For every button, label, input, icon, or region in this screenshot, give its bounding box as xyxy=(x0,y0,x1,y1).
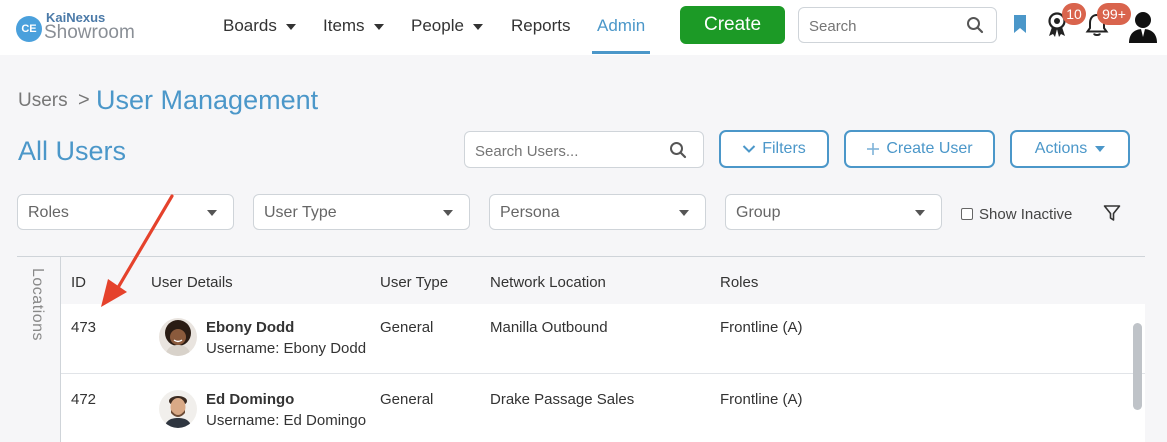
roles-dropdown-label: Roles xyxy=(28,204,69,221)
user-username: Username: Ebony Dodd xyxy=(206,340,367,357)
table-scrollbar[interactable] xyxy=(1133,323,1142,410)
annotation-arrow-icon xyxy=(101,194,174,307)
filter-funnel-icon[interactable] xyxy=(1103,204,1121,222)
column-header-roles[interactable]: Roles xyxy=(720,274,758,291)
user-search-input[interactable] xyxy=(475,141,665,161)
top-navigation-bar: CE KaiNexus Showroom Boards Items People… xyxy=(0,0,1167,55)
nav-reports-label: Reports xyxy=(511,16,571,35)
nav-boards[interactable]: Boards xyxy=(223,16,296,36)
show-inactive-label: Show Inactive xyxy=(979,206,1073,223)
chevron-down-icon xyxy=(743,145,756,153)
kainexus-logo[interactable]: CE KaiNexus Showroom xyxy=(16,10,156,44)
actions-button-label: Actions xyxy=(1034,140,1088,157)
notification-count-badge: 99+ xyxy=(1097,3,1131,25)
logo-workspace-name: Showroom xyxy=(44,22,135,43)
row-user-type: General xyxy=(380,391,434,408)
user-name[interactable]: Ed Domingo xyxy=(206,391,294,408)
row-roles: Frontline (A) xyxy=(720,391,803,408)
plus-icon xyxy=(867,142,880,155)
table-row[interactable] xyxy=(61,304,1145,373)
column-header-network-location[interactable]: Network Location xyxy=(490,274,606,291)
user-avatar xyxy=(159,390,197,428)
create-user-button-label: Create User xyxy=(886,140,973,157)
nav-reports[interactable]: Reports xyxy=(511,16,571,36)
show-inactive-toggle[interactable]: Show Inactive xyxy=(961,206,1072,223)
row-network-location: Manilla Outbound xyxy=(490,319,608,336)
caret-down-icon xyxy=(472,23,483,30)
bookmark-icon[interactable] xyxy=(1013,14,1027,34)
persona-dropdown-label: Persona xyxy=(500,204,560,221)
row-user-type: General xyxy=(380,319,434,336)
group-dropdown-label: Group xyxy=(736,204,781,221)
award-count-badge: 10 xyxy=(1062,3,1086,25)
user-type-dropdown[interactable]: User Type xyxy=(253,194,470,230)
breadcrumb-separator: > xyxy=(78,89,90,111)
global-search-input[interactable] xyxy=(809,16,959,36)
user-type-dropdown-label: User Type xyxy=(264,204,337,221)
caret-down-icon xyxy=(443,210,453,216)
active-nav-indicator xyxy=(592,51,650,54)
locations-panel-label[interactable]: Locations xyxy=(26,268,46,358)
logo-mark: CE xyxy=(16,16,42,42)
persona-dropdown[interactable]: Persona xyxy=(489,194,706,230)
breadcrumb-users-link[interactable]: Users xyxy=(18,90,68,112)
search-icon[interactable] xyxy=(669,141,687,159)
page-title: All Users xyxy=(18,136,127,166)
nav-boards-label: Boards xyxy=(223,16,277,35)
caret-down-icon xyxy=(679,210,689,216)
group-dropdown[interactable]: Group xyxy=(725,194,942,230)
user-username: Username: Ed Domingo xyxy=(206,412,367,429)
nav-people-label: People xyxy=(411,16,464,35)
caret-down-icon xyxy=(207,210,217,216)
caret-down-icon xyxy=(373,23,384,30)
actions-button[interactable]: Actions xyxy=(1010,130,1130,168)
column-header-user-type[interactable]: User Type xyxy=(380,274,448,291)
create-user-button[interactable]: Create User xyxy=(844,130,995,168)
caret-down-icon xyxy=(1095,145,1106,152)
row-roles: Frontline (A) xyxy=(720,319,803,336)
table-top-divider xyxy=(17,256,1145,257)
user-avatar xyxy=(159,318,197,356)
search-icon[interactable] xyxy=(966,16,984,34)
filters-button-label: Filters xyxy=(762,140,806,157)
nav-people[interactable]: People xyxy=(411,16,483,36)
caret-down-icon xyxy=(285,23,296,30)
caret-down-icon xyxy=(915,210,925,216)
nav-items[interactable]: Items xyxy=(323,16,384,36)
table-row[interactable] xyxy=(61,374,1145,442)
row-id: 473 xyxy=(71,319,97,336)
user-search-box xyxy=(464,131,704,168)
show-inactive-checkbox[interactable] xyxy=(961,208,973,220)
breadcrumb-current-page: User Management xyxy=(96,85,319,115)
user-avatar-icon[interactable] xyxy=(1127,10,1159,44)
nav-admin-label: Admin xyxy=(597,16,646,35)
nav-admin[interactable]: Admin xyxy=(597,16,645,36)
nav-items-label: Items xyxy=(323,16,365,35)
global-search-box xyxy=(798,7,997,43)
filters-button[interactable]: Filters xyxy=(719,130,829,168)
row-id: 472 xyxy=(71,391,97,408)
user-name[interactable]: Ebony Dodd xyxy=(206,319,294,336)
column-header-id[interactable]: ID xyxy=(71,274,86,291)
row-network-location: Drake Passage Sales xyxy=(490,391,635,408)
create-button[interactable]: Create xyxy=(680,6,785,44)
